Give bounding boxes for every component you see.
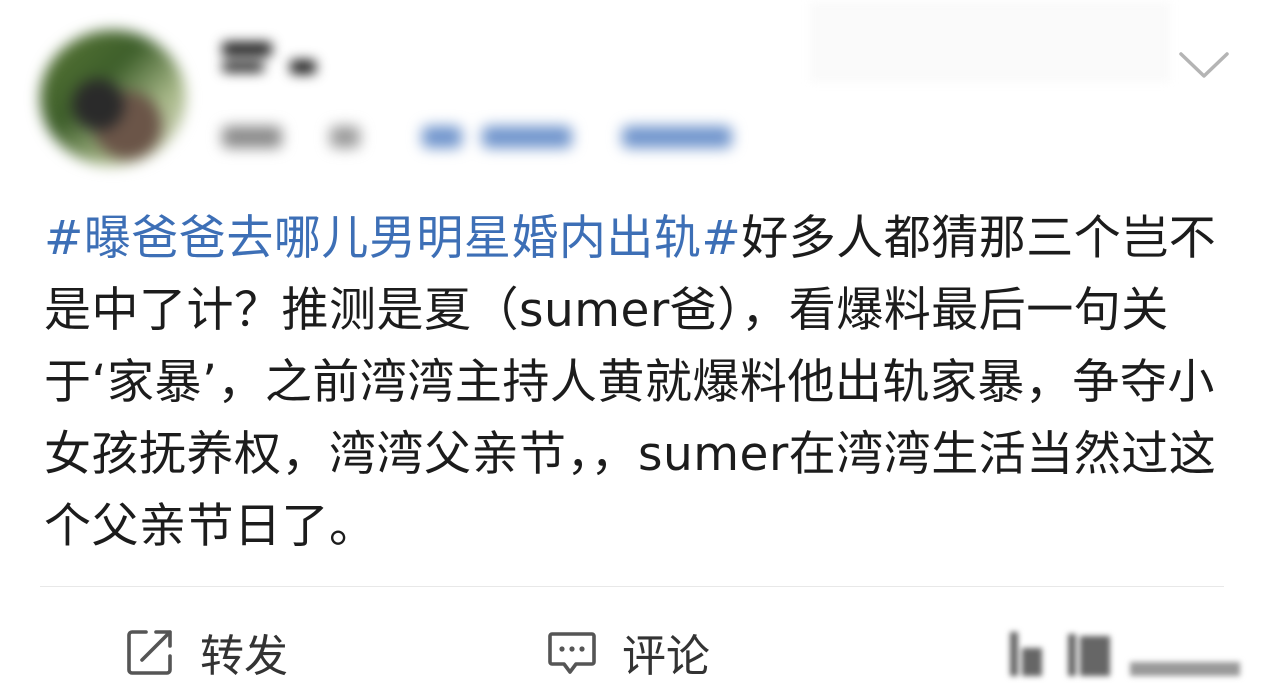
post-meta-blurred xyxy=(222,120,742,154)
chevron-down-icon xyxy=(1179,52,1229,78)
comment-label: 评论 xyxy=(622,631,710,682)
action-bar-divider xyxy=(40,586,1224,587)
post-content: #曝爸爸去哪儿男明星婚内出轨#好多人都猜那三个岂不是中了计？推测是夏（sumer… xyxy=(44,203,1234,563)
repost-button[interactable]: 转发 xyxy=(124,624,288,682)
more-options-button[interactable] xyxy=(1176,44,1232,84)
repost-label: 转发 xyxy=(200,631,288,682)
comment-icon xyxy=(546,626,598,678)
header-blurred-area xyxy=(810,2,1170,82)
user-avatar[interactable] xyxy=(40,30,186,166)
comment-button[interactable]: 评论 xyxy=(546,624,710,682)
user-name-blurred[interactable] xyxy=(222,38,322,80)
repost-icon xyxy=(124,626,176,678)
topic-hashtag-link[interactable]: #曝爸爸去哪儿男明星婚内出轨# xyxy=(44,211,741,266)
thumbs-up-icon xyxy=(1010,632,1018,676)
like-button[interactable] xyxy=(1000,622,1260,682)
weibo-post-screen: #曝爸爸去哪儿男明星婚内出轨#好多人都猜那三个岂不是中了计？推测是夏（sumer… xyxy=(0,0,1264,687)
